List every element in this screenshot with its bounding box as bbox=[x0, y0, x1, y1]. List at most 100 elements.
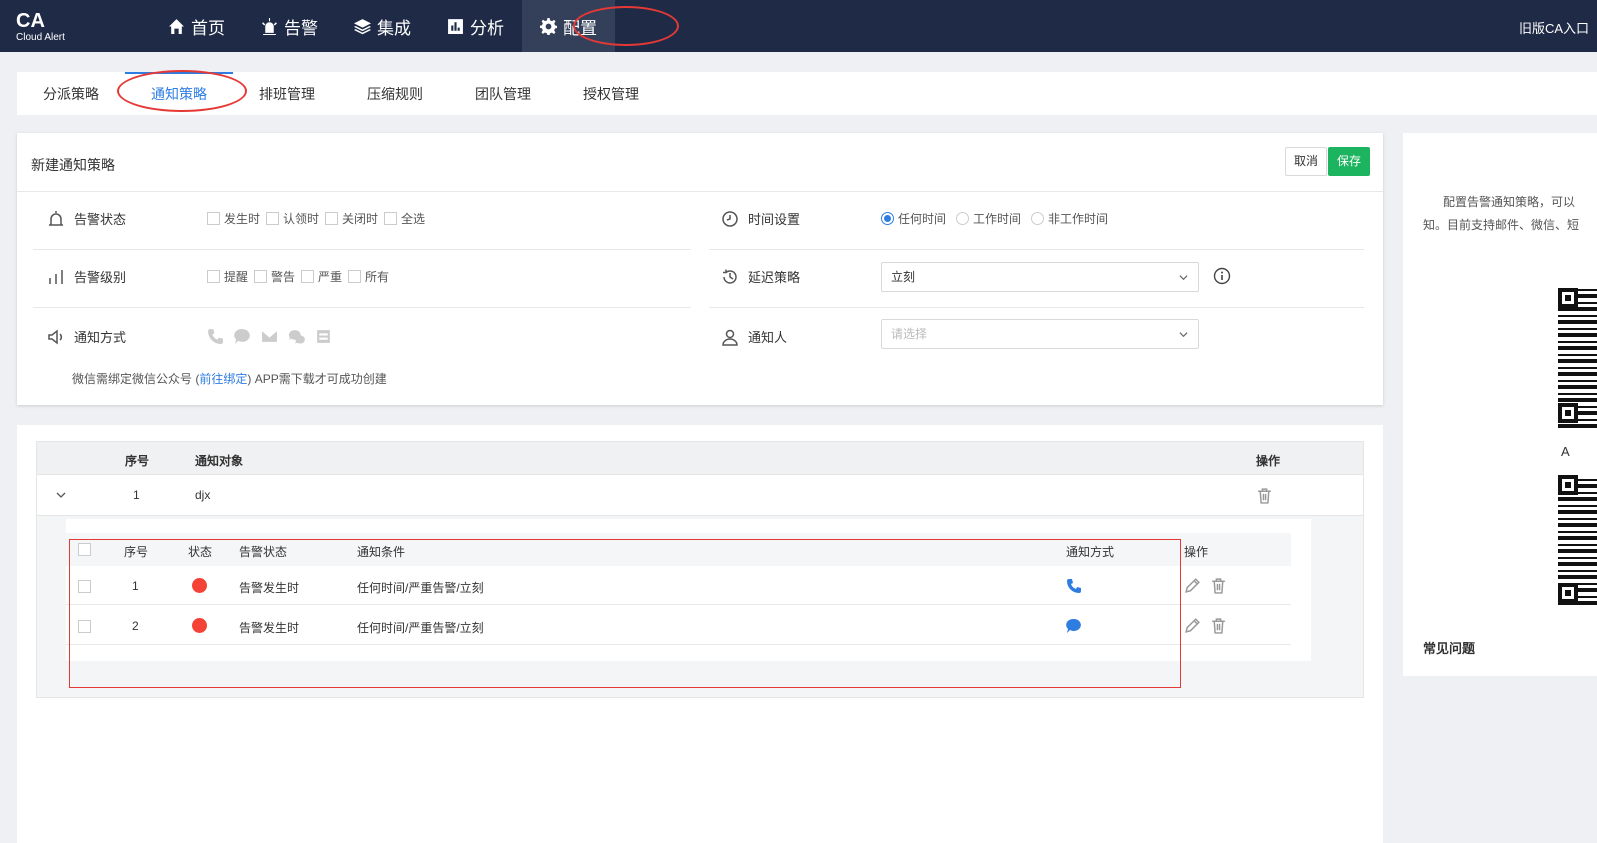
divider bbox=[709, 249, 1364, 250]
edit-icon[interactable] bbox=[1184, 577, 1201, 594]
table-row[interactable]: 1 告警发生时 任何时间/严重告警/立刻 bbox=[66, 566, 1291, 605]
alert-status-row: 告警状态 发生时 认领时 关闭时 全选 bbox=[47, 209, 431, 228]
chart-icon bbox=[448, 18, 463, 34]
delay-label: 延迟策略 bbox=[721, 267, 881, 286]
nav-item-config[interactable]: 配置 bbox=[522, 0, 615, 52]
row-checkbox[interactable] bbox=[78, 580, 91, 593]
status-dot bbox=[192, 578, 207, 593]
nav-item-home[interactable]: 首页 bbox=[150, 0, 243, 52]
help-panel: 配置告警通知策略，可以 知。目前支持邮件、微信、短 A 常见问题 bbox=[1403, 133, 1597, 676]
notifier-row: 通知人 bbox=[721, 327, 881, 346]
gear-icon bbox=[540, 17, 557, 35]
table-header: 序号 通知对象 操作 bbox=[37, 442, 1363, 475]
phone-icon bbox=[1067, 579, 1081, 593]
delay-row: 延迟策略 bbox=[721, 267, 881, 286]
card-title: 新建通知策略 bbox=[31, 157, 115, 173]
save-button[interactable]: 保存 bbox=[1328, 147, 1371, 176]
nav-label: 首页 bbox=[191, 18, 225, 38]
nav-label: 配置 bbox=[563, 18, 597, 38]
checkbox-critical[interactable]: 严重 bbox=[301, 268, 342, 285]
alert-status-label: 告警状态 bbox=[47, 209, 207, 228]
phone-icon[interactable] bbox=[207, 328, 224, 345]
edit-icon[interactable] bbox=[1184, 617, 1201, 634]
app-label: A bbox=[1561, 444, 1570, 459]
chevron-down-icon bbox=[1179, 332, 1188, 338]
cancel-button[interactable]: 取消 bbox=[1285, 147, 1328, 176]
logo-subtext: Cloud Alert bbox=[16, 32, 65, 43]
alert-level-row: 告警级别 提醒 警告 严重 所有 bbox=[47, 267, 395, 286]
divider bbox=[33, 307, 691, 308]
clock-icon bbox=[722, 210, 738, 227]
tab-compress[interactable]: 压缩规则 bbox=[341, 72, 449, 115]
radio-non-work-time[interactable]: 非工作时间 bbox=[1031, 210, 1108, 227]
tab-team[interactable]: 团队管理 bbox=[449, 72, 557, 115]
home-icon bbox=[169, 18, 184, 34]
delay-select[interactable]: 立刻 bbox=[881, 262, 1199, 292]
select-all-checkbox[interactable] bbox=[78, 543, 91, 556]
row-checkbox[interactable] bbox=[78, 620, 91, 633]
wechat-icon[interactable] bbox=[288, 328, 305, 345]
checkbox-all-status[interactable]: 全选 bbox=[384, 210, 425, 227]
alarm-icon bbox=[262, 17, 277, 35]
qr-corner bbox=[1558, 583, 1578, 603]
policy-table-card: 序号 通知对象 操作 1 djx 序号 状态 告警状态 通知条件 通知方式 操作… bbox=[17, 425, 1383, 843]
user-icon bbox=[722, 329, 738, 346]
chat-bubble-icon[interactable] bbox=[234, 328, 251, 345]
history-clock-icon bbox=[723, 269, 737, 284]
time-setting-label: 时间设置 bbox=[721, 209, 881, 228]
alert-level-label: 告警级别 bbox=[47, 267, 207, 286]
radio-any-time[interactable]: 任何时间 bbox=[881, 210, 946, 227]
nav-label: 分析 bbox=[470, 18, 504, 38]
notifier-label: 通知人 bbox=[721, 327, 881, 346]
table-row[interactable]: 1 djx bbox=[37, 475, 1363, 516]
alarm-bell-icon bbox=[49, 210, 63, 226]
faq-title[interactable]: 常见问题 bbox=[1423, 638, 1475, 657]
mail-icon[interactable] bbox=[261, 328, 278, 345]
chevron-down-icon[interactable] bbox=[55, 490, 67, 500]
qr-corner bbox=[1558, 475, 1578, 495]
tab-dispatch[interactable]: 分派策略 bbox=[17, 72, 125, 115]
old-version-link[interactable]: 旧版CA入口 bbox=[1519, 18, 1589, 37]
app-icon[interactable] bbox=[315, 328, 332, 345]
chat-bubble-icon bbox=[1066, 618, 1081, 633]
radio-work-time[interactable]: 工作时间 bbox=[956, 210, 1021, 227]
top-nav-bar: CA Cloud Alert 首页 告警 集成 分析 配置 旧版CA入口 bbox=[0, 0, 1597, 52]
app-logo[interactable]: CA Cloud Alert bbox=[16, 10, 65, 44]
divider bbox=[709, 307, 1364, 308]
trash-icon[interactable] bbox=[1210, 617, 1227, 634]
qr-corner bbox=[1558, 403, 1578, 423]
sub-table-header: 序号 状态 告警状态 通知条件 通知方式 操作 bbox=[66, 533, 1291, 566]
main-nav: 首页 告警 集成 分析 配置 bbox=[150, 0, 615, 52]
nav-item-integration[interactable]: 集成 bbox=[336, 0, 429, 52]
qr-corner bbox=[1558, 288, 1578, 308]
bind-link[interactable]: 前往绑定 bbox=[199, 372, 247, 386]
nav-item-alarm[interactable]: 告警 bbox=[243, 0, 336, 52]
status-dot bbox=[192, 618, 207, 633]
notify-method-label: 通知方式 bbox=[47, 327, 207, 346]
sub-rule-table: 序号 状态 告警状态 通知条件 通知方式 操作 1 告警发生时 任何时间/严重告… bbox=[66, 519, 1311, 661]
nav-label: 告警 bbox=[284, 18, 318, 38]
divider bbox=[17, 191, 1383, 192]
notify-method-row: 通知方式 bbox=[47, 327, 342, 346]
checkbox-close[interactable]: 关闭时 bbox=[325, 210, 378, 227]
checkbox-remind[interactable]: 提醒 bbox=[207, 268, 248, 285]
new-policy-card: 新建通知策略 取消 保存 告警状态 发生时 认领时 关闭时 全选 告警级别 提醒… bbox=[17, 133, 1383, 405]
trash-icon[interactable] bbox=[1256, 487, 1273, 504]
checkbox-claim[interactable]: 认领时 bbox=[266, 210, 319, 227]
notifier-select[interactable]: 请选择 bbox=[881, 319, 1199, 349]
help-description: 配置告警通知策略，可以 知。目前支持邮件、微信、短 bbox=[1423, 195, 1580, 232]
tab-notify-policy[interactable]: 通知策略 bbox=[125, 72, 233, 115]
time-setting-row: 时间设置 任何时间 工作时间 非工作时间 bbox=[721, 209, 1118, 228]
config-tabs: 分派策略 通知策略 排班管理 压缩规则 团队管理 授权管理 bbox=[17, 72, 1597, 115]
divider bbox=[33, 249, 691, 250]
level-bars-icon bbox=[49, 269, 63, 284]
checkbox-all-level[interactable]: 所有 bbox=[348, 268, 389, 285]
trash-icon[interactable] bbox=[1210, 577, 1227, 594]
table-row[interactable]: 2 告警发生时 任何时间/严重告警/立刻 bbox=[66, 606, 1291, 645]
tab-auth[interactable]: 授权管理 bbox=[557, 72, 665, 115]
info-icon[interactable] bbox=[1213, 267, 1231, 285]
tab-schedule[interactable]: 排班管理 bbox=[233, 72, 341, 115]
checkbox-occur[interactable]: 发生时 bbox=[207, 210, 260, 227]
nav-item-analysis[interactable]: 分析 bbox=[429, 0, 522, 52]
checkbox-warning[interactable]: 警告 bbox=[254, 268, 295, 285]
